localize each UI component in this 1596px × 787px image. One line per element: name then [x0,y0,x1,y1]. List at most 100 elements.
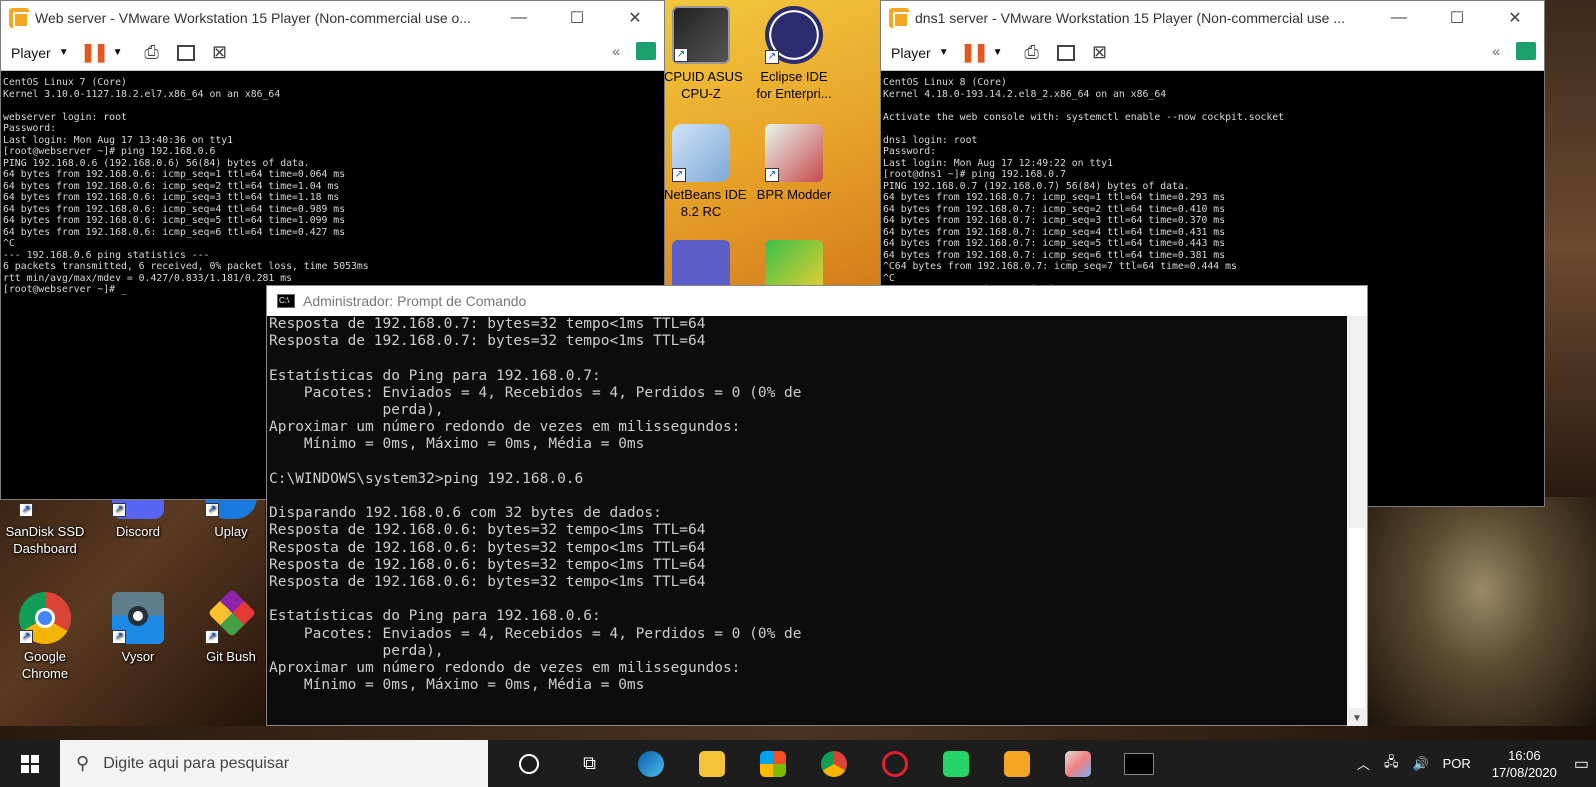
message-log-icon[interactable] [1516,42,1536,60]
minimize-icon[interactable]: — [1370,1,1428,35]
vmware-icon [1003,750,1030,777]
desktop-icon-sandisk[interactable]: ↗ SanDisk SSD Dashboard [0,497,90,557]
desktop-icon-cpuz[interactable]: ↗ CPUID ASUS CPU-Z [664,6,743,102]
collapse-toolbar-icon[interactable]: « [612,43,620,59]
cmd-window[interactable]: C:\ Administrador: Prompt de Comando Res… [266,285,1368,726]
chrome-icon: ↗ [19,592,71,644]
paint-icon [1064,750,1091,777]
vmware-toolbar: Player ▼ ❚❚ ▼ ⎙ ⊠ « [881,35,1544,71]
taskbar-file-explorer[interactable] [681,740,742,787]
desktop-icon-eclipse[interactable]: ↗ Eclipse IDE for Enterpri... [749,6,839,102]
desktop-icon-label: Google Chrome [21,649,69,681]
desktop-icon-label: CPUID ASUS CPU-Z [664,69,743,101]
language-indicator[interactable]: POR [1443,756,1471,771]
window-titlebar[interactable]: dns1 server - VMware Workstation 15 Play… [881,1,1544,35]
taskbar-paint[interactable] [1047,740,1108,787]
app-red-icon [881,750,908,777]
system-tray: ︿ 🖧 🔊 POR 16:06 17/08/2020 ▭ [1350,740,1596,787]
discord-icon: ↗ [112,497,164,519]
window-titlebar[interactable]: Web server - VMware Workstation 15 Playe… [1,1,664,35]
desktop-wallpaper-edge [1545,0,1596,497]
window-titlebar[interactable]: C:\ Administrador: Prompt de Comando [267,286,1367,316]
taskbar-chrome[interactable] [803,740,864,787]
scrollbar[interactable]: ▼ [1347,316,1367,726]
desktop-icon-chrome[interactable]: ↗ Google Chrome [0,592,90,682]
eclipse-icon: ↗ [765,6,823,64]
sandisk-icon: ↗ [19,497,71,519]
search-box[interactable]: ⚲ Digite aqui para pesquisar [60,740,488,787]
vmware-logo-icon [889,8,909,28]
netbeans-icon: ↗ [672,124,730,182]
desktop-icon-bpr-modder[interactable]: ↗ BPR Modder [749,124,839,203]
start-button[interactable] [0,740,60,787]
maximize-icon[interactable]: ☐ [1428,1,1486,35]
cortana-button[interactable] [498,740,559,787]
maximize-icon[interactable]: ☐ [548,1,606,35]
desktop-icon-label: Eclipse IDE for Enterpri... [756,69,832,101]
desktop-wallpaper-strip [0,726,1596,740]
notification-icon[interactable]: ▭ [1574,754,1589,774]
player-menu-button[interactable]: Player ▼ [11,45,69,61]
taskbar-edge[interactable] [620,740,681,787]
unity-icon[interactable]: ⊠ [1089,42,1111,64]
collapse-toolbar-icon[interactable]: « [1492,43,1500,59]
cmd-output[interactable]: Resposta de 192.168.0.7: bytes=32 tempo<… [267,316,1367,726]
taskbar-whatsapp[interactable] [925,740,986,787]
pause-icon[interactable]: ❚❚ [961,42,989,64]
desktop-wallpaper-right [1368,497,1596,730]
taskbar-store[interactable] [742,740,803,787]
chevron-up-icon[interactable]: ︿ [1357,754,1370,773]
desktop-icon-discord[interactable]: ↗ Discord [93,497,183,540]
task-view-button[interactable]: ⧉ [559,740,620,787]
uplay-icon: ↗ [205,497,257,519]
desktop-icon-uplay[interactable]: ↗ Uplay [186,497,276,540]
clock[interactable]: 16:06 17/08/2020 [1492,747,1557,781]
vm-console[interactable]: CentOS Linux 7 (Core) Kernel 3.10.0-1127… [1,71,664,296]
minimize-icon[interactable]: — [490,1,548,35]
desktop-icon-netbeans[interactable]: ↗ NetBeans IDE 8.2 RC [664,124,746,220]
git-bush-icon: ↗ [205,588,257,644]
caret-down-icon: ▼ [58,47,69,58]
cortana-icon [518,753,539,774]
vmware-toolbar: Player ▼ ❚❚ ▼ ⎙ ⊠ « [1,35,664,71]
scrollbar-thumb[interactable] [1349,528,1365,708]
scroll-down-icon[interactable]: ▼ [1352,713,1362,724]
close-icon[interactable]: ✕ [606,1,664,35]
whatsapp-icon [942,750,969,777]
pause-icon[interactable]: ❚❚ [81,42,109,64]
pause-dropdown-icon[interactable]: ▼ [987,42,1009,64]
close-icon[interactable]: ✕ [1486,1,1544,35]
taskbar-vmware[interactable] [986,740,1047,787]
network-icon[interactable]: 🖧 [1384,753,1399,775]
message-log-icon[interactable] [636,42,656,60]
window-title: Administrador: Prompt de Comando [303,293,527,309]
pause-dropdown-icon[interactable]: ▼ [107,42,129,64]
search-icon: ⚲ [76,753,90,773]
fullscreen-icon[interactable] [1055,42,1077,64]
vysor-icon: ↗ [112,592,164,644]
send-ctrl-alt-del-icon[interactable]: ⎙ [1021,42,1043,64]
volume-icon[interactable]: 🔊 [1412,756,1428,772]
desktop-icon-label: Discord [115,524,161,539]
desktop-icon-git-bush[interactable]: ↗ Git Bush [186,588,276,665]
taskbar-app-red[interactable] [864,740,925,787]
unity-icon[interactable]: ⊠ [209,42,231,64]
clock-date: 17/08/2020 [1491,764,1557,780]
desktop-icon-vysor[interactable]: ↗ Vysor [93,592,183,665]
player-label: Player [891,44,931,61]
desktop-icon-label: Git Bush [206,649,256,664]
edge-icon [637,750,664,777]
desktop-icon-label: SanDisk SSD Dashboard [5,524,85,556]
taskbar-cmd[interactable] [1108,740,1169,787]
terminal-icon [1123,752,1154,775]
cmd-icon: C:\ [277,294,295,308]
folder-icon [698,750,725,777]
windows-logo-icon [21,754,39,773]
send-ctrl-alt-del-icon[interactable]: ⎙ [141,42,163,64]
task-view-icon: ⧉ [583,753,596,773]
taskbar: ⚲ Digite aqui para pesquisar ⧉ ︿ 🖧 🔊 POR… [0,740,1596,787]
player-label: Player [11,44,51,61]
player-menu-button[interactable]: Player ▼ [891,45,949,61]
fullscreen-icon[interactable] [175,42,197,64]
bpr-modder-icon: ↗ [765,124,823,182]
